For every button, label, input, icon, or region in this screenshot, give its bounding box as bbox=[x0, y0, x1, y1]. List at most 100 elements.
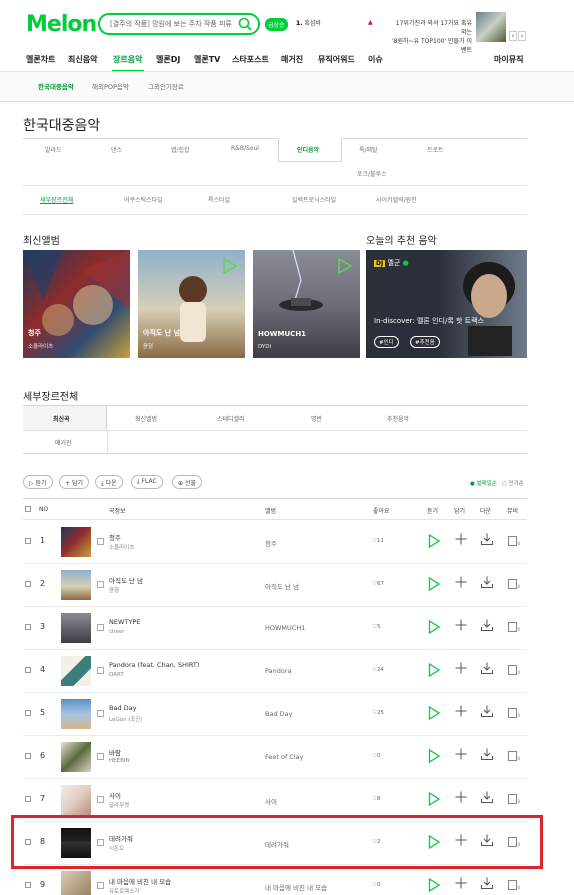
song-artist[interactable]: OART bbox=[109, 672, 124, 678]
song-artist[interactable]: 소울라이츠 bbox=[109, 543, 134, 551]
song-title[interactable]: 청주 bbox=[109, 532, 121, 542]
play-icon[interactable] bbox=[221, 258, 237, 274]
song-artist[interactable]: cheer bbox=[109, 629, 125, 635]
music-video-icon[interactable]: 0 bbox=[508, 665, 520, 675]
row-checkbox[interactable] bbox=[25, 581, 31, 587]
song-album[interactable]: 내 마음에 비친 내 모습 bbox=[265, 882, 327, 892]
table-row[interactable]: 3 NEWTYPE cheer HOWMUCH1 ♡5 0 bbox=[23, 607, 527, 650]
song-title[interactable]: NEWTYPE bbox=[109, 618, 140, 626]
song-info-icon[interactable] bbox=[97, 753, 104, 760]
nav-chart[interactable]: 멜론차트 bbox=[26, 54, 55, 65]
nav-award[interactable]: 뮤직어워드 bbox=[318, 54, 355, 65]
song-artist[interactable]: LeGon (조곤) bbox=[109, 715, 143, 723]
play-icon[interactable] bbox=[428, 706, 440, 720]
genre-trot[interactable]: 트로트 bbox=[427, 145, 444, 154]
search-bar[interactable]: [결주의 작품] 망원에 보는 주차 작품 피류 bbox=[98, 13, 260, 35]
album-thumbnail[interactable] bbox=[61, 570, 91, 600]
genre-folk[interactable]: 포크/블루스 bbox=[357, 169, 387, 178]
song-album[interactable]: Feet of Clay bbox=[265, 753, 304, 761]
song-title[interactable]: Bad Day bbox=[109, 704, 136, 712]
table-row[interactable]: 6 바람 HEEBIN Feet of Clay ♡0 0 bbox=[23, 736, 527, 779]
table-row[interactable]: 4 Pandora (feat. Chan, SHIRT) OART Pando… bbox=[23, 650, 527, 693]
download-icon[interactable] bbox=[481, 576, 493, 588]
album-thumbnail[interactable] bbox=[61, 785, 91, 815]
flac-button[interactable]: ⤓ FLAC bbox=[131, 475, 163, 489]
detail-psych[interactable]: 사이키델릭/원천 bbox=[376, 195, 417, 204]
detail-rock[interactable]: 록스타일 bbox=[208, 195, 230, 204]
album-card-2[interactable]: 아직도 난 넘 윤형 bbox=[138, 250, 245, 358]
nav-dj[interactable]: 멜론DJ bbox=[156, 54, 180, 65]
genre-rock[interactable]: 록/메탈 bbox=[359, 145, 378, 154]
like-button[interactable]: ♡5 bbox=[372, 624, 380, 630]
music-video-icon[interactable]: 0 bbox=[508, 536, 520, 546]
nav-starpost[interactable]: 스타포스트 bbox=[232, 54, 269, 65]
like-button[interactable]: ♡0 bbox=[372, 882, 380, 888]
tab-latest-songs[interactable]: 최신곡 bbox=[53, 414, 70, 423]
row-checkbox[interactable] bbox=[25, 882, 31, 888]
add-icon[interactable] bbox=[455, 791, 467, 803]
download-selected-button[interactable]: ⤓ 다운 bbox=[95, 475, 123, 489]
song-album[interactable]: HOWMUCH1 bbox=[265, 624, 305, 632]
detail-electronic[interactable]: 일렉트로닉스타일 bbox=[292, 195, 336, 204]
album-thumbnail[interactable] bbox=[61, 871, 91, 895]
play-selected-button[interactable]: ▷ 듣기 bbox=[23, 475, 53, 489]
album-thumbnail[interactable] bbox=[61, 656, 91, 686]
album-thumbnail[interactable] bbox=[61, 699, 91, 729]
recommend-card[interactable]: DJ 멜군 ● In-discover: 멜론 인디/록 핫 트랙스 #인디 #… bbox=[366, 250, 527, 358]
row-checkbox[interactable] bbox=[25, 667, 31, 673]
melon-logo[interactable]: Melon bbox=[26, 12, 97, 37]
play-icon[interactable] bbox=[428, 878, 440, 892]
tab-latest-albums[interactable]: 최신앨범 bbox=[135, 414, 157, 423]
genre-indie-tab[interactable]: 인디음악 bbox=[278, 138, 342, 162]
subnav-kpop[interactable]: 한국대중음악 bbox=[38, 81, 74, 91]
subnav-pop[interactable]: 해외POP음악 bbox=[92, 81, 129, 91]
song-album[interactable]: 청주 bbox=[265, 538, 277, 548]
song-info-icon[interactable] bbox=[97, 710, 104, 717]
song-title[interactable]: 내 마음에 비친 내 모습 bbox=[109, 876, 171, 886]
table-row[interactable]: 5 Bad Day LeGon (조곤) Bad Day ♡25 0 bbox=[23, 693, 527, 736]
row-checkbox[interactable] bbox=[25, 796, 31, 802]
banner-next-button[interactable]: › bbox=[518, 31, 526, 41]
nav-magazine[interactable]: 매거진 bbox=[281, 54, 303, 65]
play-icon[interactable] bbox=[336, 258, 352, 274]
table-row[interactable]: 2 아직도 난 넘 윤형 아직도 난 넘 ♡67 0 bbox=[23, 564, 527, 607]
song-album[interactable]: Pandora bbox=[265, 667, 292, 675]
like-button[interactable]: ♡8 bbox=[372, 796, 380, 802]
nav-latest[interactable]: 최신음악 bbox=[68, 54, 97, 65]
nav-genre[interactable]: 장르음악 bbox=[113, 54, 142, 65]
detail-all[interactable]: 세부장르전체 bbox=[40, 195, 73, 204]
music-video-icon[interactable]: 0 bbox=[508, 751, 520, 761]
song-album[interactable]: Bad Day bbox=[265, 710, 292, 718]
row-checkbox[interactable] bbox=[25, 710, 31, 716]
add-icon[interactable] bbox=[455, 533, 467, 545]
song-info-icon[interactable] bbox=[97, 667, 104, 674]
tag-2[interactable]: #추천음 bbox=[410, 336, 440, 348]
download-icon[interactable] bbox=[481, 748, 493, 760]
add-icon[interactable] bbox=[455, 619, 467, 631]
like-button[interactable]: ♡25 bbox=[372, 710, 384, 716]
song-title[interactable]: Pandora (feat. Chan, SHIRT) bbox=[109, 661, 199, 669]
tab-masterpiece[interactable]: 명반 bbox=[311, 414, 322, 423]
nav-issue[interactable]: 이슈 bbox=[368, 54, 383, 65]
like-button[interactable]: ♡11 bbox=[372, 538, 384, 544]
album-thumbnail[interactable] bbox=[61, 742, 91, 772]
song-artist[interactable]: 달라무켓 bbox=[109, 801, 129, 809]
genre-rnb[interactable]: R&B/Soul bbox=[231, 145, 259, 152]
music-video-icon[interactable]: 0 bbox=[508, 708, 520, 718]
tab-recommend[interactable]: 추천음악 bbox=[387, 414, 409, 423]
add-selected-button[interactable]: + 담기 bbox=[59, 475, 89, 489]
play-icon[interactable] bbox=[428, 577, 440, 591]
song-title[interactable]: 아직도 난 넘 bbox=[109, 575, 143, 585]
play-icon[interactable] bbox=[428, 792, 440, 806]
song-album[interactable]: 아직도 난 넘 bbox=[265, 581, 299, 591]
album-thumbnail[interactable] bbox=[61, 613, 91, 643]
add-icon[interactable] bbox=[455, 705, 467, 717]
add-icon[interactable] bbox=[455, 877, 467, 889]
subnav-others[interactable]: 그외인기장르 bbox=[148, 81, 184, 91]
song-album[interactable]: 사이 bbox=[265, 796, 277, 806]
select-all-checkbox[interactable] bbox=[25, 506, 31, 512]
song-info-icon[interactable] bbox=[97, 624, 104, 631]
like-button[interactable]: ♡24 bbox=[372, 667, 384, 673]
song-info-icon[interactable] bbox=[97, 796, 104, 803]
song-info-icon[interactable] bbox=[97, 538, 104, 545]
